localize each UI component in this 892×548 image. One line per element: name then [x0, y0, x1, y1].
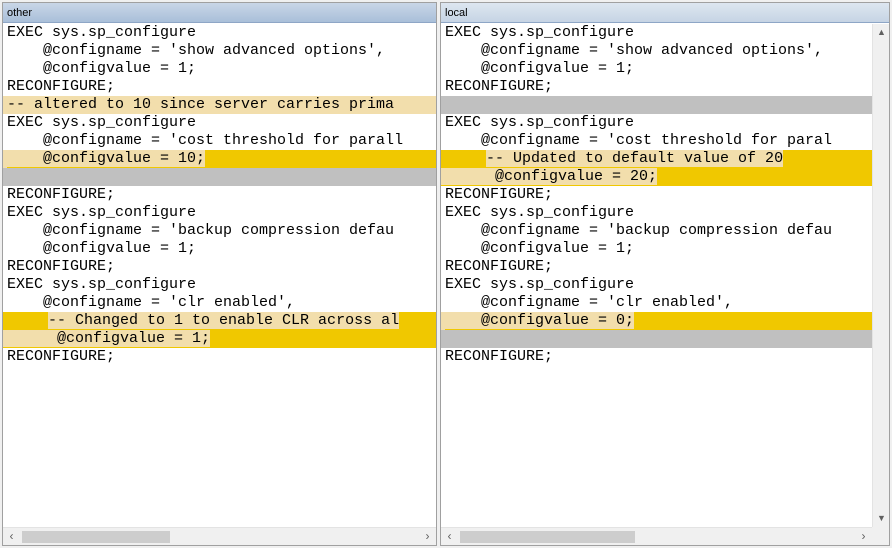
scroll-left-arrow-icon[interactable]: ‹ [441, 528, 458, 545]
code-line: RECONFIGURE; [3, 348, 436, 366]
code-line-indent [445, 312, 482, 329]
code-line-text: EXEC sys.sp_configure [445, 24, 635, 41]
code-line: RECONFIGURE; [3, 78, 436, 96]
code-line: EXEC sys.sp_configure [3, 276, 436, 294]
code-line: EXEC sys.sp_configure [3, 24, 436, 42]
code-line: -- Updated to default value of 20 [441, 150, 872, 168]
scroll-right-arrow-icon[interactable]: › [419, 528, 436, 545]
code-line-text: EXEC sys.sp_configure [445, 114, 635, 131]
code-line: EXEC sys.sp_configure [441, 276, 872, 294]
scroll-right-arrow-icon[interactable]: › [855, 528, 872, 545]
code-line-text: RECONFIGURE; [445, 78, 554, 95]
code-line-text: @configname = 'show advanced options', [445, 42, 824, 59]
code-line-text: @configname = 'backup compression defau [445, 222, 833, 239]
scroll-left-arrow-icon[interactable]: ‹ [3, 528, 20, 545]
scrollbar-thumb[interactable] [460, 531, 635, 543]
code-view-local[interactable]: EXEC sys.sp_configure @configname = 'sho… [441, 24, 872, 527]
code-line: @configvalue = 1; [441, 60, 872, 78]
code-line-text: RECONFIGURE; [445, 348, 554, 365]
scroll-up-arrow-icon[interactable]: ▲ [873, 24, 889, 41]
code-line: @configvalue = 10; [3, 150, 436, 168]
code-line-text: @configvalue = 0; [481, 312, 635, 329]
code-line [441, 330, 872, 348]
code-line-text: EXEC sys.sp_configure [445, 276, 635, 293]
code-line: @configname = 'backup compression defau [3, 222, 436, 240]
code-view-other[interactable]: EXEC sys.sp_configure @configname = 'sho… [3, 24, 436, 527]
code-line: @configvalue = 1; [3, 330, 436, 348]
code-line: EXEC sys.sp_configure [3, 114, 436, 132]
pane-title-other: other [3, 3, 436, 23]
code-line: @configvalue = 0; [441, 312, 872, 330]
code-line-text: @configvalue = 1; [7, 240, 197, 257]
code-line-text: @configname = 'backup compression defau [7, 222, 395, 239]
horizontal-scrollbar-local[interactable]: ‹ › [441, 527, 889, 545]
diff-pane-other[interactable]: other EXEC sys.sp_configure @configname … [2, 2, 437, 546]
code-line-text: RECONFIGURE; [7, 348, 116, 365]
code-line-text: @configvalue = 20; [441, 168, 658, 185]
code-line: @configname = 'cost threshold for parall [3, 132, 436, 150]
code-line: @configvalue = 20; [441, 168, 872, 186]
code-line-text: EXEC sys.sp_configure [7, 204, 197, 221]
code-line-text: @configvalue = 1; [3, 330, 211, 347]
code-line-text: RECONFIGURE; [7, 186, 116, 203]
code-line: @configname = 'cost threshold for paral [441, 132, 872, 150]
code-line: RECONFIGURE; [3, 258, 436, 276]
code-line: -- altered to 10 since server carries pr… [3, 96, 436, 114]
code-line-text: @configvalue = 1; [7, 60, 197, 77]
code-line-text: EXEC sys.sp_configure [7, 114, 197, 131]
code-line: @configname = 'clr enabled', [3, 294, 436, 312]
code-line: @configvalue = 1; [441, 240, 872, 258]
code-line-text: -- Updated to default value of 20 [486, 150, 784, 167]
code-line-text: RECONFIGURE; [445, 186, 554, 203]
code-line-text: EXEC sys.sp_configure [445, 204, 635, 221]
code-line-text: -- Changed to 1 to enable CLR across al [48, 312, 400, 329]
code-line: @configname = 'show advanced options', [441, 42, 872, 60]
code-line: @configname = 'backup compression defau [441, 222, 872, 240]
code-line: RECONFIGURE; [441, 78, 872, 96]
code-line: @configname = 'show advanced options', [3, 42, 436, 60]
code-line [441, 96, 872, 114]
code-line-indent [7, 150, 44, 167]
code-line-text: @configname = 'clr enabled', [7, 294, 296, 311]
code-line: -- Changed to 1 to enable CLR across al [3, 312, 436, 330]
code-line: EXEC sys.sp_configure [441, 114, 872, 132]
code-line: EXEC sys.sp_configure [441, 204, 872, 222]
code-line [3, 168, 436, 186]
code-line: RECONFIGURE; [3, 186, 436, 204]
code-line-text: @configname = 'clr enabled', [445, 294, 734, 311]
code-line: EXEC sys.sp_configure [441, 24, 872, 42]
diff-pane-local[interactable]: local EXEC sys.sp_configure @configname … [440, 2, 890, 546]
code-line: EXEC sys.sp_configure [3, 204, 436, 222]
horizontal-scrollbar-other[interactable]: ‹ › [3, 527, 436, 545]
code-line-text: RECONFIGURE; [7, 258, 116, 275]
code-line-text: @configvalue = 1; [445, 240, 635, 257]
code-line-text: @configvalue = 1; [445, 60, 635, 77]
code-line-text: EXEC sys.sp_configure [7, 24, 197, 41]
pane-title-local: local [441, 3, 889, 23]
code-line-text: RECONFIGURE; [7, 78, 116, 95]
code-line-indent [3, 312, 49, 330]
code-line: @configname = 'clr enabled', [441, 294, 872, 312]
scrollbar-thumb[interactable] [22, 531, 170, 543]
vertical-scrollbar-local[interactable]: ▲ ▼ [872, 24, 889, 527]
code-line: RECONFIGURE; [441, 258, 872, 276]
code-line-text: @configvalue = 10; [43, 150, 206, 167]
code-line-text: -- altered to 10 since server carries pr… [7, 96, 395, 113]
code-line-text: @configname = 'cost threshold for paral [445, 132, 833, 149]
code-line: RECONFIGURE; [441, 186, 872, 204]
code-line: @configvalue = 1; [3, 240, 436, 258]
code-line-text: @configname = 'cost threshold for parall [7, 132, 404, 149]
code-line-text: EXEC sys.sp_configure [7, 276, 197, 293]
scrollbar-corner [872, 527, 889, 545]
code-line: RECONFIGURE; [441, 348, 872, 366]
code-line: @configvalue = 1; [3, 60, 436, 78]
code-line-indent [441, 150, 487, 168]
scroll-down-arrow-icon[interactable]: ▼ [873, 510, 889, 527]
code-line-text: RECONFIGURE; [445, 258, 554, 275]
code-line-text: @configname = 'show advanced options', [7, 42, 386, 59]
